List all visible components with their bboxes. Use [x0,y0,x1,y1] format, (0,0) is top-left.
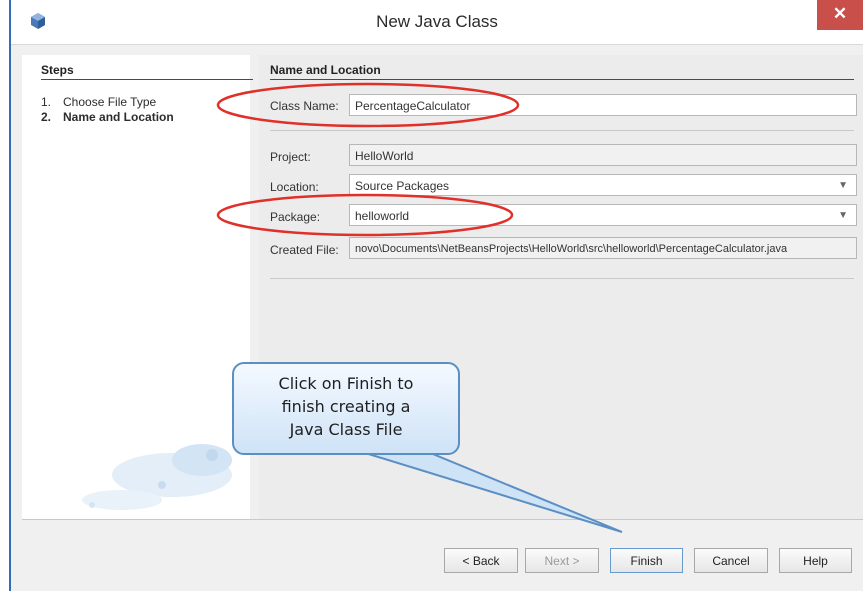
form-separator [270,278,854,279]
callout-line: finish creating a [281,397,411,416]
close-button[interactable]: ✕ [817,0,863,30]
next-button[interactable]: Next > [525,548,599,573]
step-number: 2. [41,110,52,124]
project-field: HelloWorld [349,144,857,166]
chevron-down-icon[interactable]: ▼ [838,205,848,227]
instruction-callout: Click on Finish to finish creating a Jav… [232,362,460,455]
button-bar-separator [22,519,863,520]
location-dropdown[interactable]: Source Packages ▼ [349,174,857,196]
chevron-down-icon[interactable]: ▼ [838,175,848,197]
callout-line: Click on Finish to [278,374,414,393]
title-bar: New Java Class ✕ [11,0,863,45]
new-java-class-dialog: New Java Class ✕ Steps 1. Choose File Typ… [11,0,863,591]
step-number: 1. [41,95,52,109]
created-file-label: Created File: [270,243,339,257]
class-name-label: Class Name: [270,99,339,113]
package-combobox[interactable]: helloworld ▼ [349,204,857,226]
class-name-input[interactable]: PercentageCalculator [349,94,857,116]
location-label: Location: [270,180,319,194]
form-separator [270,130,854,131]
section-heading: Name and Location [270,63,381,77]
step-label: Name and Location [63,110,174,124]
back-button[interactable]: < Back [444,548,518,573]
steps-heading: Steps [41,63,74,77]
project-label: Project: [270,150,311,164]
created-file-field: novo\Documents\NetBeansProjects\HelloWor… [349,237,857,259]
package-value: helloworld [355,209,410,223]
decorative-swirl-graphic [82,444,232,510]
step-item-name-and-location: 2. Name and Location [41,110,174,124]
location-value: Source Packages [355,179,450,193]
callout-line: Java Class File [289,420,403,439]
step-item-choose-file-type: 1. Choose File Type [41,95,156,109]
background-strip [0,0,9,591]
steps-panel: Steps 1. Choose File Type 2. Name and Loca… [22,55,253,520]
help-button[interactable]: Help [779,548,852,573]
package-label: Package: [270,210,321,224]
window-title: New Java Class [376,12,498,31]
step-label: Choose File Type [63,95,157,109]
cancel-button[interactable]: Cancel [694,548,768,573]
section-divider [270,79,854,80]
finish-button[interactable]: Finish [610,548,683,573]
steps-divider [41,79,253,80]
